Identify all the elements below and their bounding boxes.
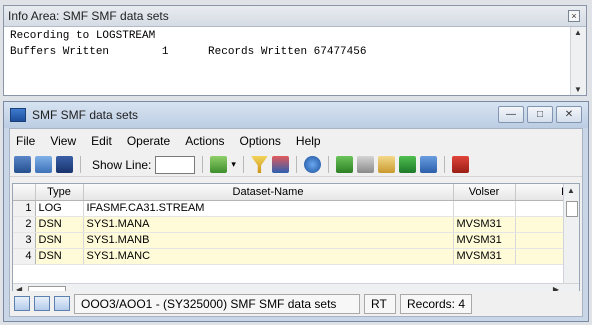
info-line-recording: Recording to LOGSTREAM [10,30,156,42]
info-line-buffers: Buffers Written 1 Records Written 674774… [10,46,367,58]
toolbar-separator [295,156,297,173]
status-chart-icon[interactable] [34,296,50,311]
status-view-icon[interactable] [14,296,30,311]
table-row[interactable]: 3 DSN SYS1.MANB MVSM31 [13,232,570,249]
cell-type: LOG [35,200,84,217]
vertical-scroll-thumb[interactable] [566,201,578,217]
cell-e [515,216,570,233]
filter-icon[interactable] [250,156,268,173]
scroll-down-arrow-icon[interactable]: ▼ [574,85,582,94]
cell-type: DSN [35,216,84,233]
menu-view[interactable]: View [50,134,76,148]
show-line-input[interactable] [155,155,196,174]
window-content: File View Edit Operate Actions Options H… [9,128,583,317]
table-vertical-scrollbar[interactable]: ▲ ▼ [563,184,579,298]
excel-icon[interactable] [398,156,416,173]
table-row[interactable]: 2 DSN SYS1.MANA MVSM31 [13,216,570,233]
chart-icon[interactable] [56,156,73,173]
row-number: 3 [13,232,36,249]
columns-icon[interactable] [210,156,228,173]
column-header-volser[interactable]: Volser [453,184,516,201]
toolbar-separator [202,156,204,173]
copy-icon[interactable] [35,156,52,173]
columns-dropdown-icon[interactable]: ▾ [231,159,236,170]
print-icon[interactable] [356,156,374,173]
status-mode: RT [364,293,396,314]
status-path: OOO3/AOO1 - (SY325000) SMF SMF data sets [74,293,360,314]
menu-actions[interactable]: Actions [185,134,224,148]
cell-volser: MVSM31 [453,216,516,233]
toolbar-separator [80,156,81,173]
dataset-table: Type Dataset-Name Volser E 1 LOG IFASMF.… [12,183,580,299]
toolbar-separator [443,156,445,173]
sort-az-icon[interactable] [271,156,289,173]
app-window-icon [10,108,26,122]
open-external-icon[interactable] [419,156,437,173]
column-header-e[interactable]: E [515,184,570,201]
cell-volser: MVSM31 [453,248,516,265]
row-number: 1 [13,200,36,217]
status-bar: OOO3/AOO1 - (SY325000) SMF SMF data sets… [10,291,582,316]
cell-e [515,200,570,217]
help-book-icon[interactable] [451,156,469,173]
info-area-panel: Info Area: SMF SMF data sets × Recording… [3,5,587,96]
info-area-close-button[interactable]: × [568,10,580,22]
row-number: 2 [13,216,36,233]
maximize-button[interactable]: □ [527,106,553,123]
cell-dataset-name: SYS1.MANB [83,232,454,249]
status-grid-icon[interactable] [54,296,70,311]
row-number: 4 [13,248,36,265]
menu-help[interactable]: Help [296,134,321,148]
refresh-icon[interactable] [303,156,321,173]
menu-edit[interactable]: Edit [91,134,112,148]
menu-operate[interactable]: Operate [127,134,170,148]
column-header-dataset-name[interactable]: Dataset-Name [83,184,454,201]
window-titlebar[interactable]: SMF SMF data sets — □ ✕ [4,102,588,128]
cell-volser [453,200,516,217]
row-number-header [13,184,36,201]
cell-type: DSN [35,232,84,249]
mail-icon[interactable] [377,156,395,173]
scroll-up-arrow-icon[interactable]: ▲ [574,28,582,37]
cell-dataset-name: SYS1.MANC [83,248,454,265]
export-icon[interactable] [335,156,353,173]
status-records: Records: 4 [400,293,472,314]
toolbar-separator [242,156,244,173]
scroll-up-arrow-icon[interactable]: ▲ [567,186,575,195]
info-area-title: Info Area: SMF SMF data sets [4,6,586,27]
cell-volser: MVSM31 [453,232,516,249]
menu-file[interactable]: File [16,134,35,148]
cell-e [515,232,570,249]
close-window-button[interactable]: ✕ [556,106,582,123]
minimize-button[interactable]: — [498,106,524,123]
cell-dataset-name: IFASMF.CA31.STREAM [83,200,454,217]
smf-window: SMF SMF data sets — □ ✕ File View Edit O… [3,101,589,322]
toolbar: Show Line: ▾ [10,153,582,177]
cell-dataset-name: SYS1.MANA [83,216,454,233]
info-area-scrollbar[interactable]: ▲ ▼ [570,27,586,95]
properties-icon[interactable] [14,156,31,173]
menu-bar: File View Edit Operate Actions Options H… [10,129,582,153]
toolbar-separator [327,156,329,173]
table-row[interactable]: 4 DSN SYS1.MANC MVSM31 [13,248,570,265]
window-title: SMF SMF data sets [32,108,139,122]
cell-e [515,248,570,265]
table-row[interactable]: 1 LOG IFASMF.CA31.STREAM [13,200,570,217]
show-line-label: Show Line: [92,157,152,172]
column-header-type[interactable]: Type [35,184,84,201]
menu-options[interactable]: Options [240,134,281,148]
cell-type: DSN [35,248,84,265]
